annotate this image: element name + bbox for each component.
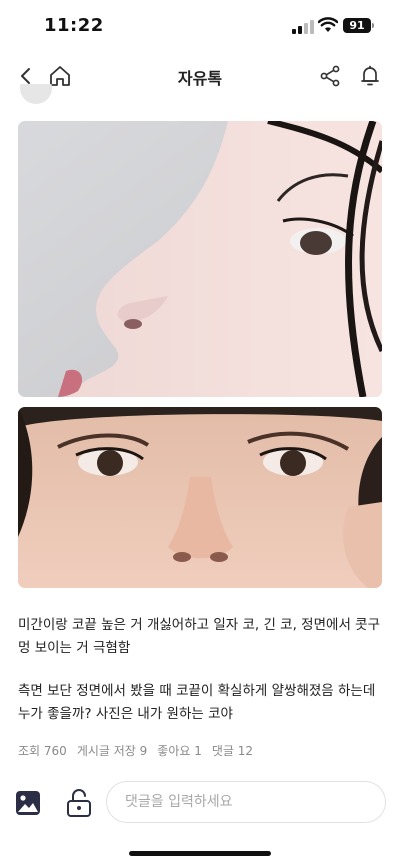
post-image-2[interactable] [18, 407, 382, 588]
battery-indicator: 91 [343, 18, 371, 33]
privacy-toggle-button[interactable] [64, 788, 94, 818]
image-icon [16, 791, 40, 815]
cellular-signal-icon [292, 20, 314, 34]
status-time: 11:22 [44, 15, 104, 36]
unlock-icon [67, 789, 91, 817]
share-icon [320, 65, 340, 87]
post-image-1[interactable] [18, 121, 382, 397]
bell-icon [361, 65, 379, 86]
profile-nose-photo [18, 121, 382, 397]
view-count: 조회 760 [18, 744, 67, 758]
like-count[interactable]: 좋아요 1 [157, 742, 202, 759]
post-paragraph-1: 미간이랑 코끝 높은 거 개싫어하고 일자 코, 긴 코, 정면에서 콧구멍 보… [18, 617, 380, 656]
frontal-nose-photo [18, 407, 382, 588]
attach-image-button[interactable] [13, 788, 43, 818]
battery-cap [372, 23, 374, 28]
comment-count[interactable]: 댓글 12 [212, 742, 253, 759]
nav-header: 자유톡 [0, 56, 400, 96]
comment-input[interactable]: 댓글을 입력하세요 [106, 781, 386, 823]
status-bar: 11:22 91 [0, 0, 400, 50]
post-paragraph-2: 측면 보단 정면에서 봤을 때 코끝이 확실하게 얄쌍해졌음 하는데 누가 좋을… [18, 683, 376, 722]
share-button[interactable] [314, 60, 346, 92]
wifi-icon [317, 17, 339, 37]
notification-button[interactable] [354, 60, 386, 92]
comment-bar: 댓글을 입력하세요 [0, 778, 400, 828]
home-indicator [129, 851, 271, 856]
post-stats: 조회 760 게시글 저장 9 좋아요 1 댓글 12 [18, 742, 253, 759]
author-avatar[interactable] [20, 84, 52, 104]
save-count[interactable]: 게시글 저장 9 [77, 742, 147, 759]
